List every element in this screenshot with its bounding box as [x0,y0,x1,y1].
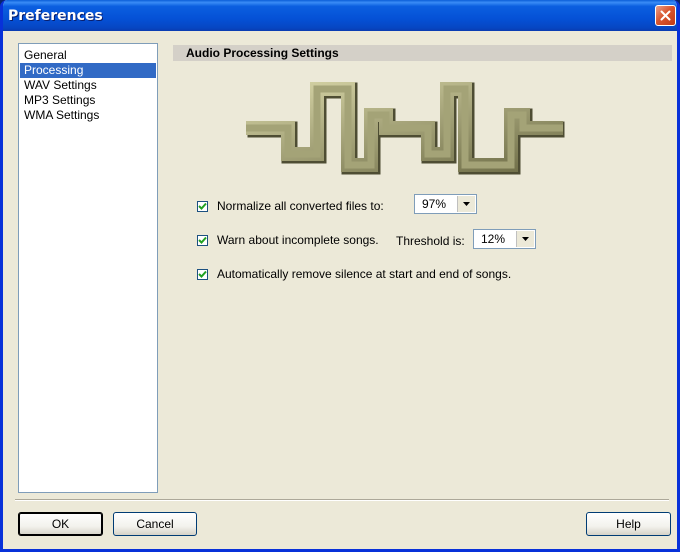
footer-separator [15,499,669,501]
silence-checkbox[interactable] [197,268,208,280]
section-header: Audio Processing Settings [173,45,672,61]
chevron-down-icon [463,202,470,206]
normalize-checkbox[interactable] [197,200,208,212]
help-button[interactable]: Help [586,512,671,536]
threshold-select[interactable]: 12% [473,229,536,249]
preferences-window: Preferences General Processing WAV Setti… [0,0,680,552]
normalize-level-select[interactable]: 97% [414,194,477,214]
title-bar[interactable]: Preferences [3,0,677,31]
window-title: Preferences [8,8,103,24]
waveform-graphic [246,82,565,175]
close-icon [660,10,671,21]
warn-checkbox[interactable] [197,234,208,246]
checkmark-icon [198,236,207,244]
chevron-down-icon [522,237,529,241]
sidebar-item-mp3-settings[interactable]: MP3 Settings [20,93,156,108]
warn-option[interactable]: Warn about incomplete songs. [197,233,379,247]
sidebar-item-general[interactable]: General [20,48,156,63]
silence-option[interactable]: Automatically remove silence at start an… [197,267,511,281]
cancel-button[interactable]: Cancel [113,512,197,536]
settings-category-list[interactable]: General Processing WAV Settings MP3 Sett… [18,43,158,493]
sidebar-item-wma-settings[interactable]: WMA Settings [20,108,156,123]
section-title: Audio Processing Settings [186,46,339,60]
warn-label: Warn about incomplete songs. [217,233,379,247]
normalize-label: Normalize all converted files to: [217,199,384,213]
silence-label: Automatically remove silence at start an… [217,267,512,281]
dropdown-arrow-button[interactable] [457,196,475,212]
threshold-value: 12% [481,232,506,246]
ok-button[interactable]: OK [18,512,103,536]
threshold-label: Threshold is: [396,234,465,248]
close-button[interactable] [655,5,676,26]
normalize-level-value: 97% [422,197,447,211]
dropdown-arrow-button[interactable] [516,231,534,247]
checkmark-icon [198,270,207,278]
checkmark-icon [198,202,207,210]
sidebar-item-processing[interactable]: Processing [20,63,156,78]
normalize-option[interactable]: Normalize all converted files to: [197,199,384,213]
sidebar-item-wav-settings[interactable]: WAV Settings [20,78,156,93]
